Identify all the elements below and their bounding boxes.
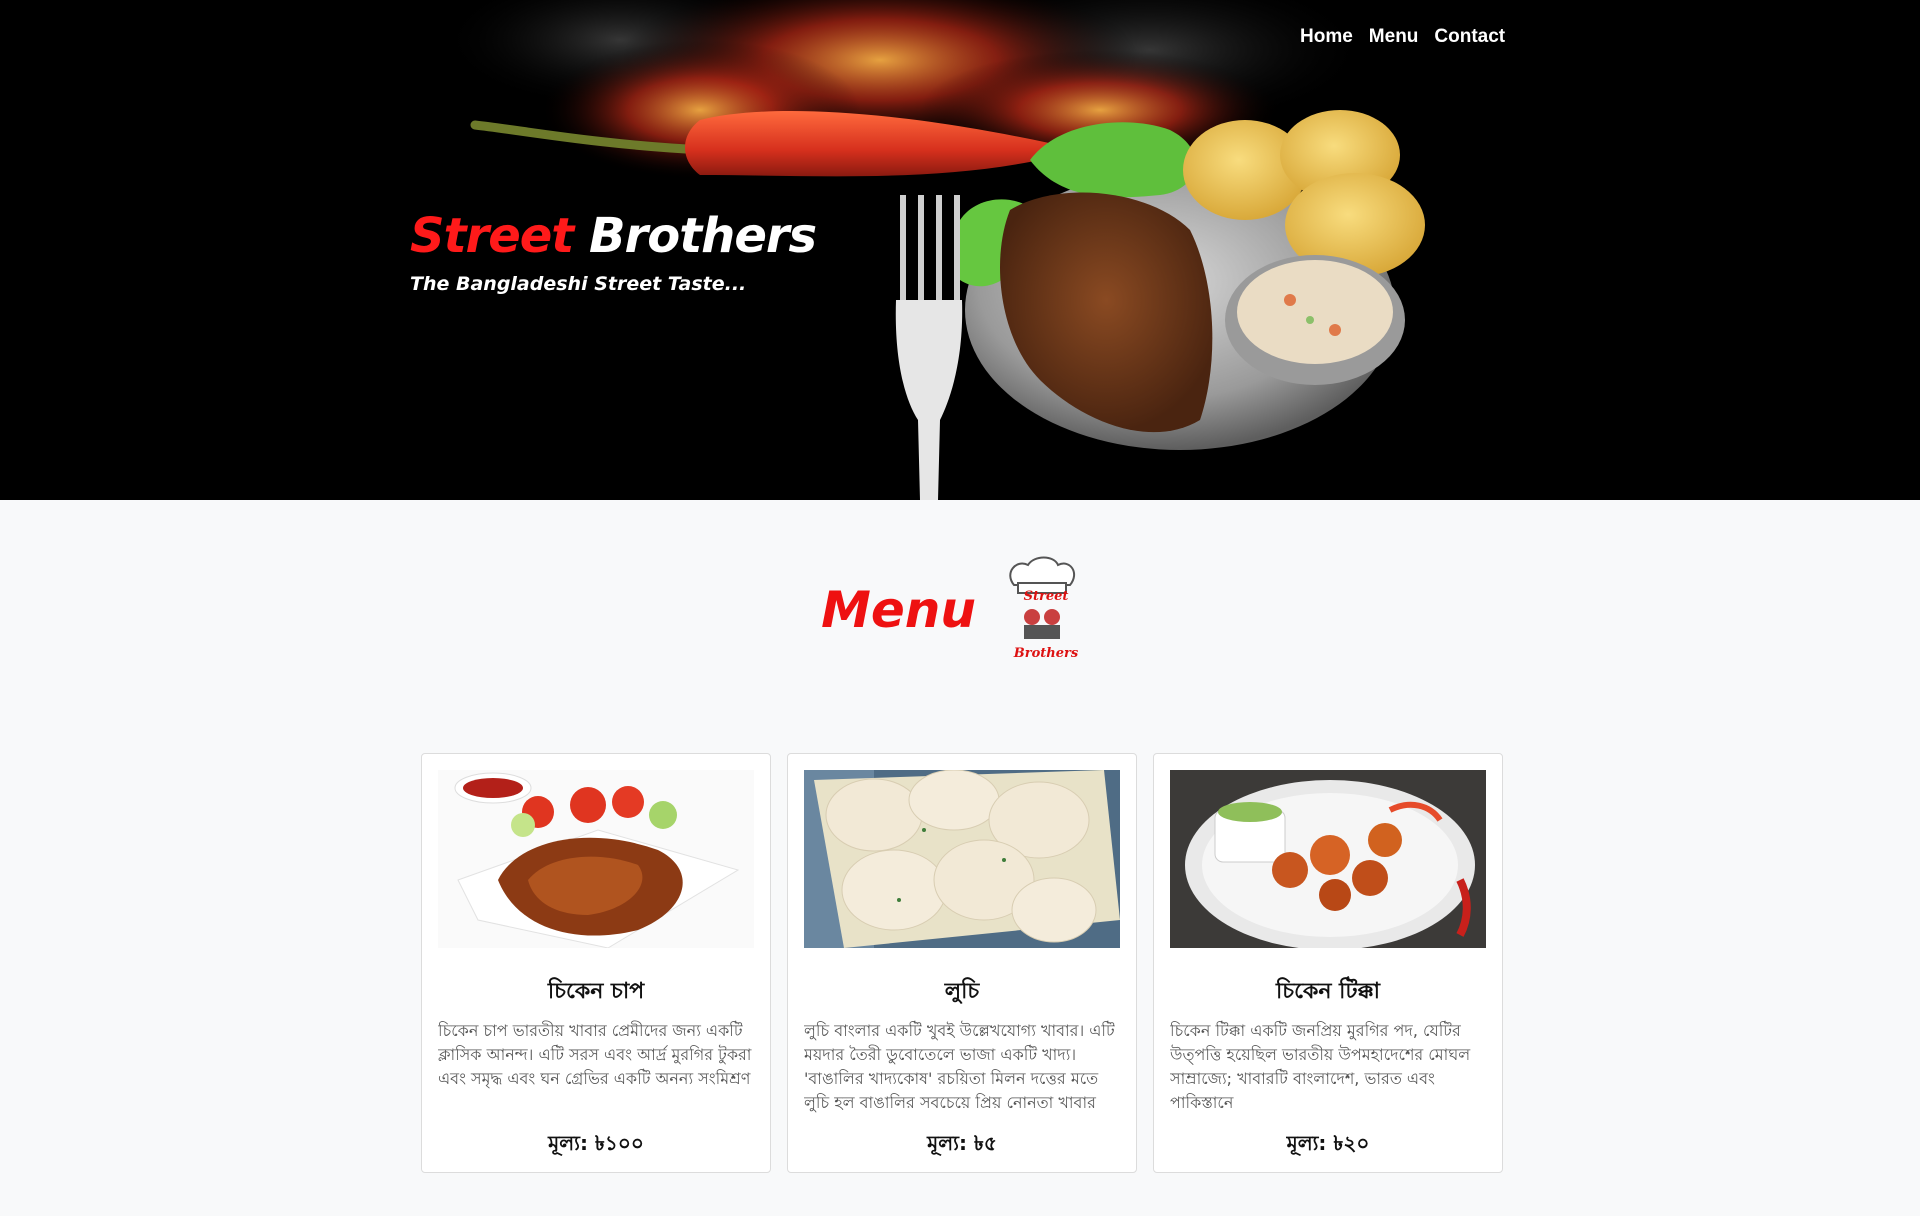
logo-text-top: Street — [1024, 589, 1069, 604]
menu-item-price: মূল্য: ৳২০ — [1286, 1131, 1370, 1155]
menu-item-description: চিকেন চাপ ভারতীয় খাবার প্রেমীদের জন্য এ… — [438, 1021, 752, 1088]
hero-banner: Home Menu Contact Street Brothers The Ba… — [0, 0, 1920, 500]
luchi-photo — [804, 770, 1120, 948]
main-nav: Home Menu Contact — [1300, 26, 1505, 48]
brand-tagline: The Bangladeshi Street Taste... — [410, 272, 747, 295]
nav-contact-link[interactable]: Contact — [1434, 26, 1505, 48]
menu-item-description: লুচি বাংলার একটি খুবই উল্লেখযোগ্য খাবার।… — [804, 1021, 1115, 1112]
menu-cards: চিকেন চাপ চিকেন চাপ ভারতীয় খাবার প্রেমী… — [421, 753, 1503, 1173]
brand-title-word-street: Street — [410, 208, 574, 264]
chef-logo-icon: Street Brothers — [1009, 556, 1079, 661]
menu-item-name: লুচি — [944, 979, 980, 1004]
chicken-tikka-photo — [1170, 770, 1486, 948]
menu-card: চিকেন চাপ চিকেন চাপ ভারতীয় খাবার প্রেমী… — [421, 753, 771, 1173]
brand-block: Street Brothers The Bangladeshi Street T… — [410, 208, 817, 295]
brand-title-word-brothers: Brothers — [588, 208, 817, 264]
menu-heading-row: Menu Street Brothers — [0, 555, 1920, 665]
menu-card: চিকেন টিক্কা চিকেন টিক্কা একটি জনপ্রিয় … — [1153, 753, 1503, 1173]
hero-food-illustration — [440, 0, 1425, 500]
menu-item-name: চিকেন চাপ — [547, 979, 645, 1004]
menu-item-price: মূল্য: ৳১০০ — [548, 1131, 644, 1155]
menu-heading: Menu — [821, 581, 976, 639]
menu-item-price: মূল্য: ৳৫ — [927, 1131, 997, 1155]
brand-title: Street Brothers — [410, 208, 817, 264]
menu-item-description: চিকেন টিক্কা একটি জনপ্রিয় মুরগির পদ, যে… — [1170, 1021, 1471, 1112]
menu-item-name: চিকেন টিক্কা — [1275, 979, 1381, 1004]
nav-menu-link[interactable]: Menu — [1369, 26, 1419, 48]
menu-card: লুচি লুচি বাংলার একটি খুবই উল্লেখযোগ্য খ… — [787, 753, 1137, 1173]
chicken-chaap-photo — [438, 770, 754, 948]
nav-home-link[interactable]: Home — [1300, 26, 1353, 48]
fork-illustration — [895, 195, 963, 500]
logo-text-bottom: Brothers — [1013, 646, 1079, 661]
